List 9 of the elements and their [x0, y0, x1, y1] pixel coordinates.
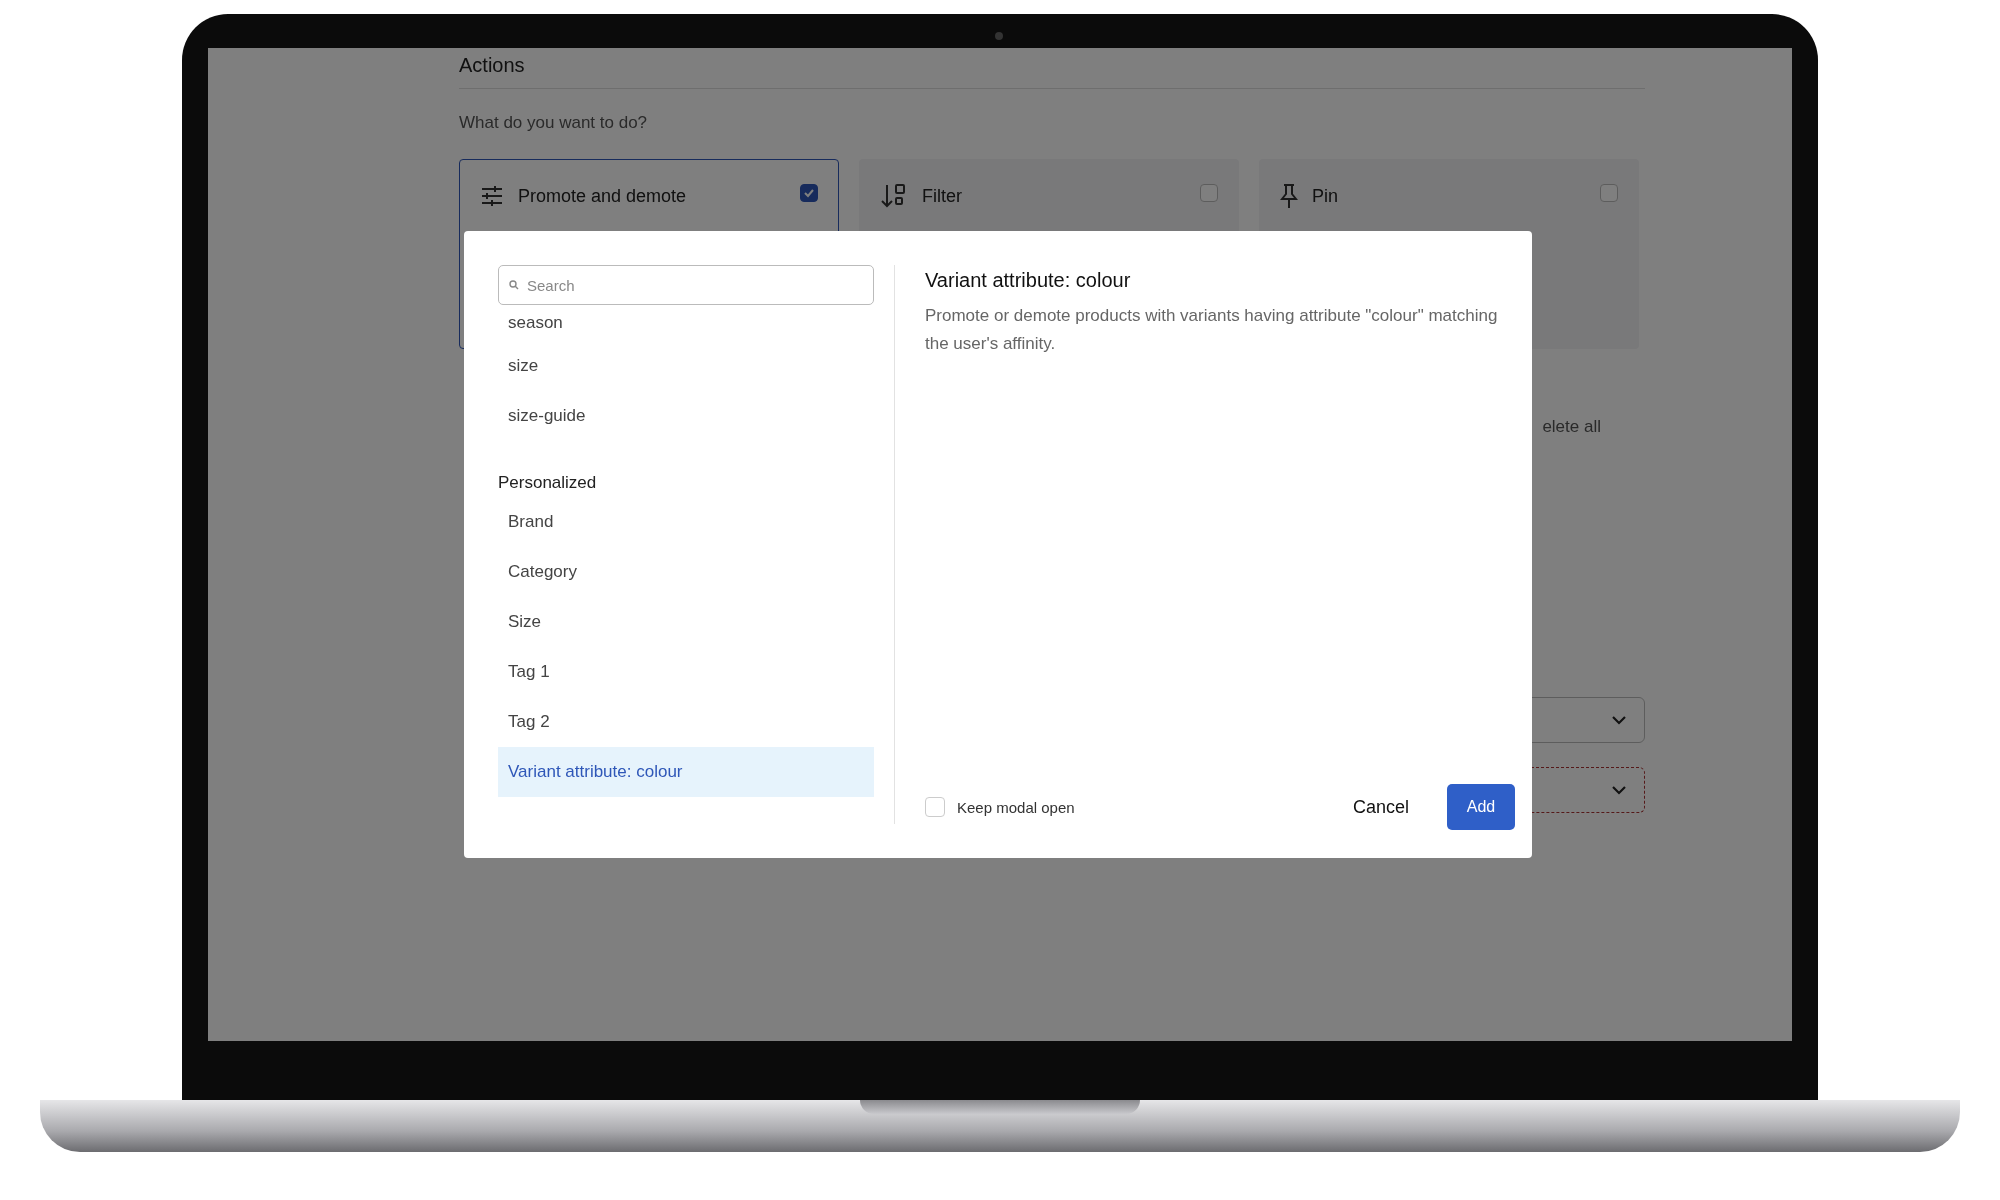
card-title: Filter: [922, 185, 963, 207]
detail-title: Variant attribute: colour: [925, 269, 1132, 292]
group-heading: Personalized: [498, 472, 598, 494]
question-text: What do you want to do?: [459, 113, 649, 133]
card-title: Pin: [1312, 185, 1339, 207]
checkbox-label: Keep modal open: [957, 798, 1075, 816]
detail-description: Promote or demote products with variants having attribute "colour" matching the user's affinity.: [925, 305, 1499, 355]
section-title: Actions: [459, 53, 526, 78]
card-title: Promote and demote: [518, 185, 688, 207]
